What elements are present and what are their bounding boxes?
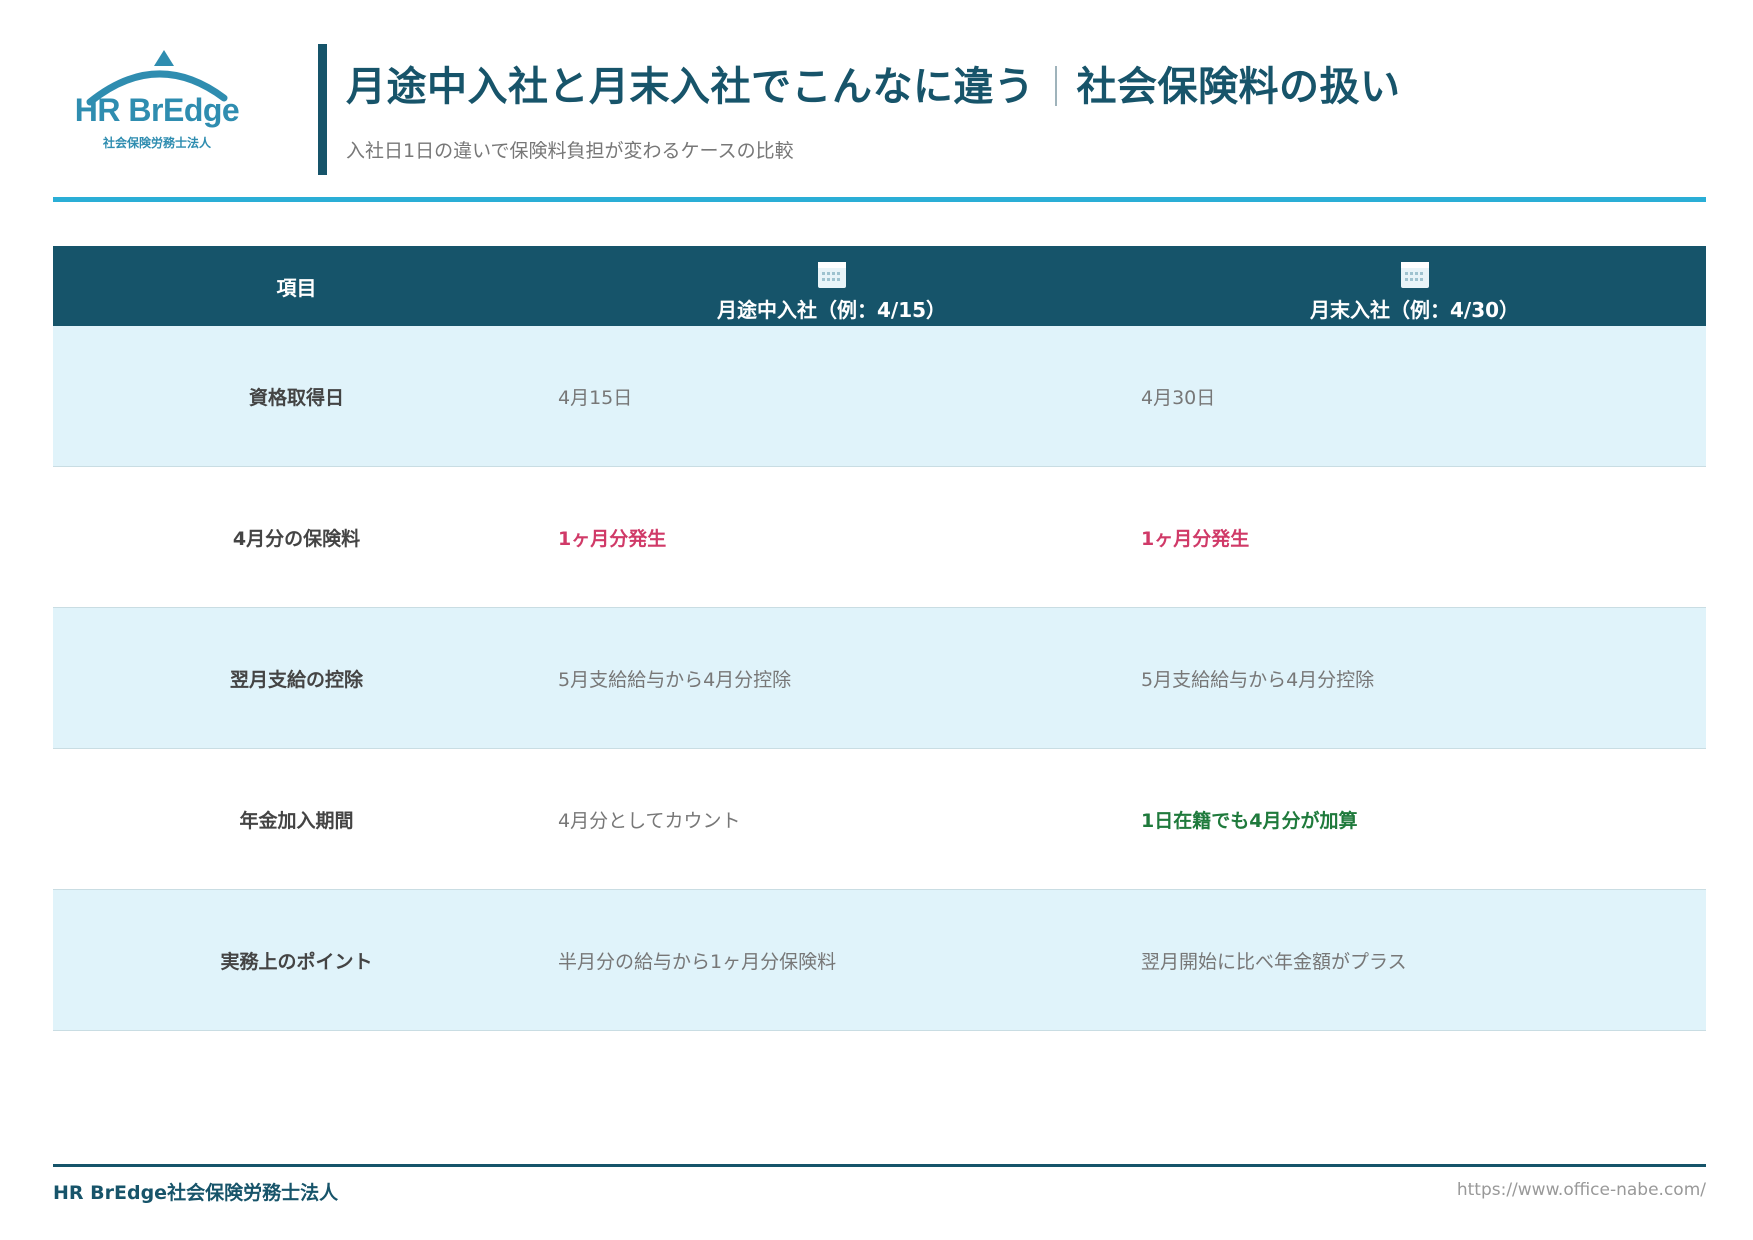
logo-name: HR BrEdge xyxy=(74,92,240,128)
title-separator xyxy=(1054,66,1057,106)
row-item: 年金加入期間 xyxy=(53,748,540,890)
calendar-icon xyxy=(817,261,846,288)
footer-company: HR BrEdge社会保険労務士法人 xyxy=(53,1182,339,1204)
table-row: 資格取得日 4月15日 4月30日 xyxy=(53,326,1706,467)
row-item: 実務上のポイント xyxy=(53,889,540,1031)
table-row: 4月分の保険料 1ヶ月分発生 1ヶ月分発生 xyxy=(53,466,1706,608)
table-header-row: 項目 月途中入社（例：4/15） 月末入社（例：4/30） xyxy=(53,246,1706,326)
calendar-icon xyxy=(1400,261,1429,288)
row-mid-month: 4月分としてカウント xyxy=(540,748,1123,890)
row-item: 資格取得日 xyxy=(53,326,540,467)
title-accent-bar xyxy=(318,44,327,175)
comparison-table: 項目 月途中入社（例：4/15） 月末入社（例：4/30） 資格取得日 4月15… xyxy=(53,246,1706,1031)
page-subtitle: 入社日1日の違いで保険料負担が変わるケースの比較 xyxy=(346,140,794,162)
table-row: 年金加入期間 4月分としてカウント 1日在籍でも4月分が加算 xyxy=(53,748,1706,890)
header-mid-month-label: 月途中入社（例：4/15） xyxy=(716,297,947,322)
table-row: 翌月支給の控除 5月支給給与から4月分控除 5月支給給与から4月分控除 xyxy=(53,607,1706,749)
row-end-month: 1日在籍でも4月分が加算 xyxy=(1123,748,1706,890)
row-item: 翌月支給の控除 xyxy=(53,607,540,749)
row-mid-month: 4月15日 xyxy=(540,326,1123,467)
header-end-month-label: 月末入社（例：4/30） xyxy=(1309,297,1520,322)
row-end-month: 1ヶ月分発生 xyxy=(1123,466,1706,608)
page-title: 月途中入社と月末入社でこんなに違う 社会保険料の扱い xyxy=(346,54,1401,112)
row-end-month: 5月支給給与から4月分控除 xyxy=(1123,607,1706,749)
logo-subtitle: 社会保険労務士法人 xyxy=(102,136,211,150)
row-end-month: 4月30日 xyxy=(1123,326,1706,467)
company-logo: HR BrEdge 社会保険労務士法人 xyxy=(62,44,252,164)
row-item: 4月分の保険料 xyxy=(53,466,540,608)
footer-divider xyxy=(53,1164,1706,1167)
header-mid-month: 月途中入社（例：4/15） xyxy=(540,246,1123,326)
row-mid-month: 5月支給給与から4月分控除 xyxy=(540,607,1123,749)
footer-url: https://www.office-nabe.com/ xyxy=(1456,1180,1706,1200)
row-mid-month: 半月分の給与から1ヶ月分保険料 xyxy=(540,889,1123,1031)
table-row: 実務上のポイント 半月分の給与から1ヶ月分保険料 翌月開始に比べ年金額がプラス xyxy=(53,889,1706,1031)
header-end-month: 月末入社（例：4/30） xyxy=(1123,246,1706,326)
header-item: 項目 xyxy=(53,246,540,326)
page-title-sub: 社会保険料の扱い xyxy=(1076,64,1401,110)
row-end-month: 翌月開始に比べ年金額がプラス xyxy=(1123,889,1706,1031)
header-divider xyxy=(53,197,1706,202)
row-mid-month: 1ヶ月分発生 xyxy=(540,466,1123,608)
page-title-main: 月途中入社と月末入社でこんなに違う xyxy=(346,64,1035,110)
